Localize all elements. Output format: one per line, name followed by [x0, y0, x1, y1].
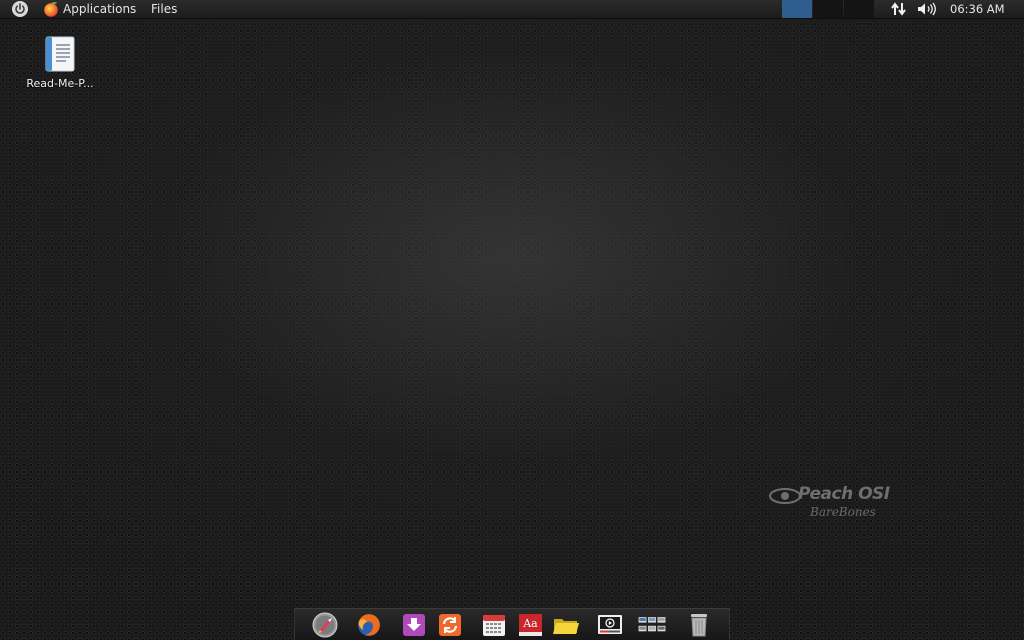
download-icon [403, 614, 425, 636]
svg-text:Aa: Aa [522, 617, 538, 630]
workspace-1[interactable] [782, 0, 812, 18]
dock-item-update[interactable] [435, 612, 465, 638]
watermark-subtitle: BareBones [810, 505, 876, 519]
applications-menu[interactable]: Applications [42, 0, 136, 18]
dock: Aa [294, 608, 730, 640]
dock-item-download[interactable] [399, 612, 429, 638]
folder-icon [553, 619, 579, 634]
files-menu[interactable]: Files [151, 0, 177, 18]
dock-item-calendar[interactable] [479, 612, 509, 638]
dock-item-media-player[interactable] [595, 612, 625, 638]
peach-os-logo-icon [769, 488, 801, 504]
dock-item-workspace-switcher[interactable] [637, 612, 667, 638]
workspace-switcher-icon [638, 617, 666, 632]
top-panel: Applications Files 06:36 AM [0, 0, 1024, 19]
trash-icon [691, 614, 707, 637]
applications-label: Applications [63, 2, 137, 16]
calendar-icon [483, 615, 505, 636]
volume-icon[interactable] [916, 0, 938, 18]
firefox-icon [358, 614, 380, 636]
clock[interactable]: 06:36 AM [950, 0, 1005, 18]
dock-item-dictionary[interactable]: Aa [515, 612, 545, 638]
watermark-title: Peach OSI [798, 484, 890, 504]
network-icon[interactable] [890, 0, 908, 18]
update-icon [439, 614, 461, 636]
workspace-3[interactable] [844, 0, 874, 18]
power-icon [12, 1, 28, 17]
dock-item-trash[interactable] [684, 612, 714, 638]
dock-item-launcher[interactable] [310, 612, 340, 638]
workspace-2[interactable] [813, 0, 843, 18]
launcher-rocket-icon [312, 612, 338, 638]
power-button[interactable] [10, 0, 30, 18]
dictionary-icon: Aa [519, 614, 542, 636]
desktop: Applications Files 06:36 AM Read-Me-P...… [0, 0, 1024, 640]
document-icon [45, 36, 75, 72]
desktop-icon-readme[interactable]: Read-Me-P... [16, 36, 104, 90]
peach-logo-icon [44, 2, 58, 17]
dock-item-firefox[interactable] [354, 612, 384, 638]
media-player-icon [598, 615, 622, 634]
desktop-icon-label: Read-Me-P... [26, 77, 94, 90]
dock-item-folder[interactable] [551, 612, 581, 638]
peach-os-watermark: Peach OSI BareBones [768, 484, 908, 524]
